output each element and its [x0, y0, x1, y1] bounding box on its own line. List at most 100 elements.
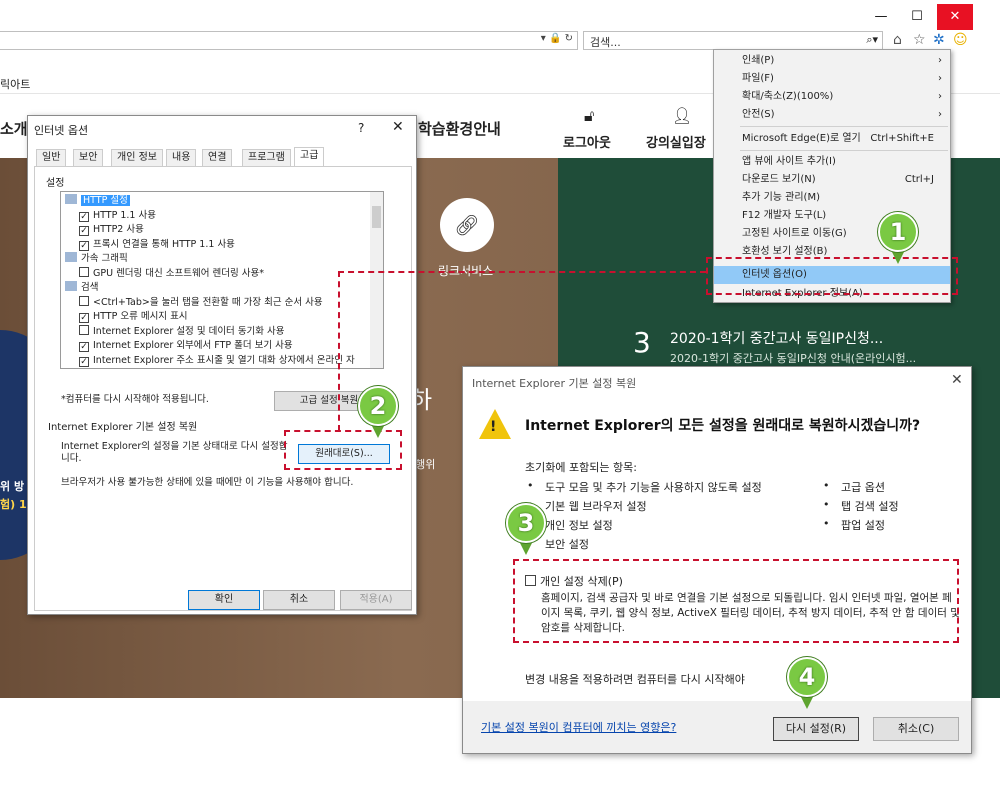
checkbox-icon[interactable]: [79, 266, 89, 277]
apply-button[interactable]: 적용(A): [340, 590, 412, 610]
highlight-box-personal-settings: [513, 559, 959, 643]
close-icon[interactable]: ✕: [951, 372, 963, 388]
checkbox-checked-icon[interactable]: ✓: [79, 356, 89, 367]
ie-reset-group-label: Internet Explorer 기본 설정 복원: [48, 422, 198, 433]
checkbox-checked-icon[interactable]: ✓: [79, 226, 89, 236]
list-item[interactable]: ✓ HTTP2 사용: [79, 223, 144, 238]
address-bar[interactable]: ▾ 🔒 ↻: [0, 31, 578, 50]
nav-item-learning-env[interactable]: 학습환경안내: [418, 118, 501, 139]
menu-item-file[interactable]: 파일(F) ›: [714, 70, 950, 88]
list-item[interactable]: HTTP 설정: [65, 194, 130, 209]
menu-item-print[interactable]: 인쇄(P) ›: [714, 52, 950, 70]
address-bar-icons[interactable]: ▾ 🔒 ↻: [541, 33, 573, 44]
connector-line: [338, 271, 706, 273]
ie-reset-description: Internet Explorer의 설정을 기본 상태대로 다시 설정합니다.: [61, 441, 288, 464]
minimize-button[interactable]: —: [863, 4, 899, 30]
checkbox-checked-icon[interactable]: ✓: [79, 240, 89, 251]
bullet: •: [823, 479, 830, 492]
menu-item-safety[interactable]: 안전(S) ›: [714, 106, 950, 124]
search-box[interactable]: 검색... ⌕▾: [583, 31, 883, 50]
menu-item-manage-addons[interactable]: 추가 기능 관리(M): [714, 189, 950, 207]
title-bar: [0, 0, 1000, 30]
bullet: •: [823, 517, 830, 530]
tab-connections[interactable]: 연결: [202, 149, 233, 166]
step-marker-2: 2: [358, 386, 398, 438]
cancel-button[interactable]: 취소: [263, 590, 335, 610]
reset-item: 도구 모음 및 추가 기능을 사용하지 않도록 설정: [545, 481, 762, 494]
menu-item-zoom[interactable]: 확대/축소(Z)(100%) ›: [714, 88, 950, 106]
list-item[interactable]: ✓ 프록시 연결을 통해 HTTP 1.1 사용: [79, 238, 235, 253]
search-icon[interactable]: ⌕▾: [866, 33, 878, 47]
help-link[interactable]: 기본 설정 복원이 컴퓨터에 끼치는 영향은?: [481, 719, 676, 735]
tab-general[interactable]: 일반: [36, 149, 67, 166]
list-item[interactable]: ✓ Internet Explorer 외부에서 FTP 폴더 보기 사용: [79, 339, 293, 354]
list-item[interactable]: Internet Explorer 설정 및 데이터 동기화 사용: [79, 324, 285, 340]
checkbox-icon[interactable]: [79, 295, 89, 306]
tab-advanced[interactable]: 고급: [294, 147, 325, 166]
step-marker-3: 3: [506, 503, 546, 555]
scrollbar[interactable]: [370, 192, 383, 368]
bullet: •: [527, 479, 534, 492]
list-item[interactable]: <Ctrl+Tab>을 눌러 탭을 전환할 때 가장 최근 순서 사용: [79, 295, 323, 311]
notice-subtitle[interactable]: 2020-1학기 중간고사 동일IP신청 안내(온라인시험...: [670, 350, 916, 366]
promo-text-1: 위 방: [0, 480, 25, 493]
reset-item: 기본 웹 브라우저 설정: [545, 500, 647, 513]
home-icon[interactable]: ⌂: [893, 32, 902, 48]
list-item[interactable]: 가속 그래픽: [65, 252, 128, 267]
help-icon[interactable]: ?: [358, 121, 364, 135]
step-marker-1: 1: [878, 212, 918, 264]
ok-button[interactable]: 확인: [188, 590, 260, 610]
reset-warning: 브라우저가 사용 불가능한 상태에 있을 때에만 이 기능을 사용해야 합니다.: [61, 477, 354, 488]
settings-label: 설정: [46, 178, 65, 189]
checkbox-icon[interactable]: [79, 324, 89, 335]
smiley-icon[interactable]: ☺: [953, 32, 968, 48]
menu-item-open-edge[interactable]: Microsoft Edge(E)로 열기 Ctrl+Shift+E: [714, 130, 950, 148]
maximize-button[interactable]: ☐: [899, 4, 935, 30]
folder-icon: [65, 281, 77, 291]
reset-item: 팝업 설정: [841, 519, 885, 532]
search-input[interactable]: 검색...: [590, 34, 621, 50]
dialog-title: 인터넷 옵션: [34, 124, 89, 137]
checkbox-checked-icon[interactable]: ✓: [79, 342, 89, 352]
reset-confirm-button[interactable]: 다시 설정(R): [773, 717, 859, 741]
reset-item: 탭 검색 설정: [841, 500, 899, 513]
connector-line: [338, 271, 340, 431]
close-button[interactable]: ✕: [937, 4, 973, 30]
favorites-item[interactable]: 릭아트: [0, 76, 30, 92]
tab-programs[interactable]: 프로그램: [242, 149, 291, 166]
checkbox-checked-icon[interactable]: ✓: [79, 211, 89, 222]
restart-note: 변경 내용을 적용하려면 컴퓨터를 다시 시작해야: [525, 673, 745, 686]
list-item[interactable]: GPU 렌더링 대신 소프트웨어 렌더링 사용*: [79, 266, 264, 282]
link-icon[interactable]: 🔗︎: [440, 198, 494, 252]
reset-item: 고급 옵션: [841, 481, 885, 494]
tab-privacy[interactable]: 개인 정보: [111, 149, 163, 166]
list-item[interactable]: 검색: [65, 281, 98, 296]
tab-content[interactable]: 내용: [166, 149, 197, 166]
checkbox-checked-icon[interactable]: ✓: [79, 313, 89, 323]
gear-icon[interactable]: ✲: [933, 32, 945, 48]
restart-note: *컴퓨터를 다시 시작해야 적용됩니다.: [61, 394, 209, 405]
menu-item-downloads[interactable]: 다운로드 보기(N) Ctrl+J: [714, 171, 950, 189]
cancel-button[interactable]: 취소(C): [873, 717, 959, 741]
close-icon[interactable]: ✕: [392, 119, 404, 135]
favorites-star-icon[interactable]: ☆: [913, 32, 926, 48]
settings-list[interactable]: HTTP 설정 ✓ HTTP 1.1 사용 ✓ HTTP2 사용 ✓ 프록시 연결을 …: [60, 191, 384, 369]
highlight-box-internet-options: [706, 257, 958, 295]
reset-item: 보안 설정: [545, 538, 589, 551]
list-item[interactable]: ✓ Internet Explorer 주소 표시줄 및 열기 대화 상자에서 온…: [79, 354, 355, 369]
lock-icon: 🔓︎: [584, 106, 595, 125]
promo-text-2: 험) 1: [0, 498, 27, 511]
tab-security[interactable]: 보안: [73, 149, 104, 166]
nav-lecture-room[interactable]: 강의실입장: [646, 132, 706, 151]
user-icon: 👤︎: [672, 106, 693, 125]
list-item[interactable]: ✓ HTTP 오류 메시지 표시: [79, 310, 188, 325]
nav-item-intro[interactable]: 소개: [0, 118, 28, 139]
menu-item-add-app-view[interactable]: 앱 뷰에 사이트 추가(I): [714, 153, 950, 171]
reset-item: 개인 정보 설정: [545, 519, 613, 532]
nav-logout[interactable]: 로그아웃: [563, 132, 611, 151]
dialog-title: Internet Explorer 기본 설정 복원: [472, 377, 637, 390]
notice-title[interactable]: 2020-1학기 중간고사 동일IP신청...: [670, 328, 883, 348]
folder-icon: [65, 194, 77, 204]
list-item[interactable]: ✓ HTTP 1.1 사용: [79, 209, 156, 224]
bullet: •: [823, 498, 830, 511]
